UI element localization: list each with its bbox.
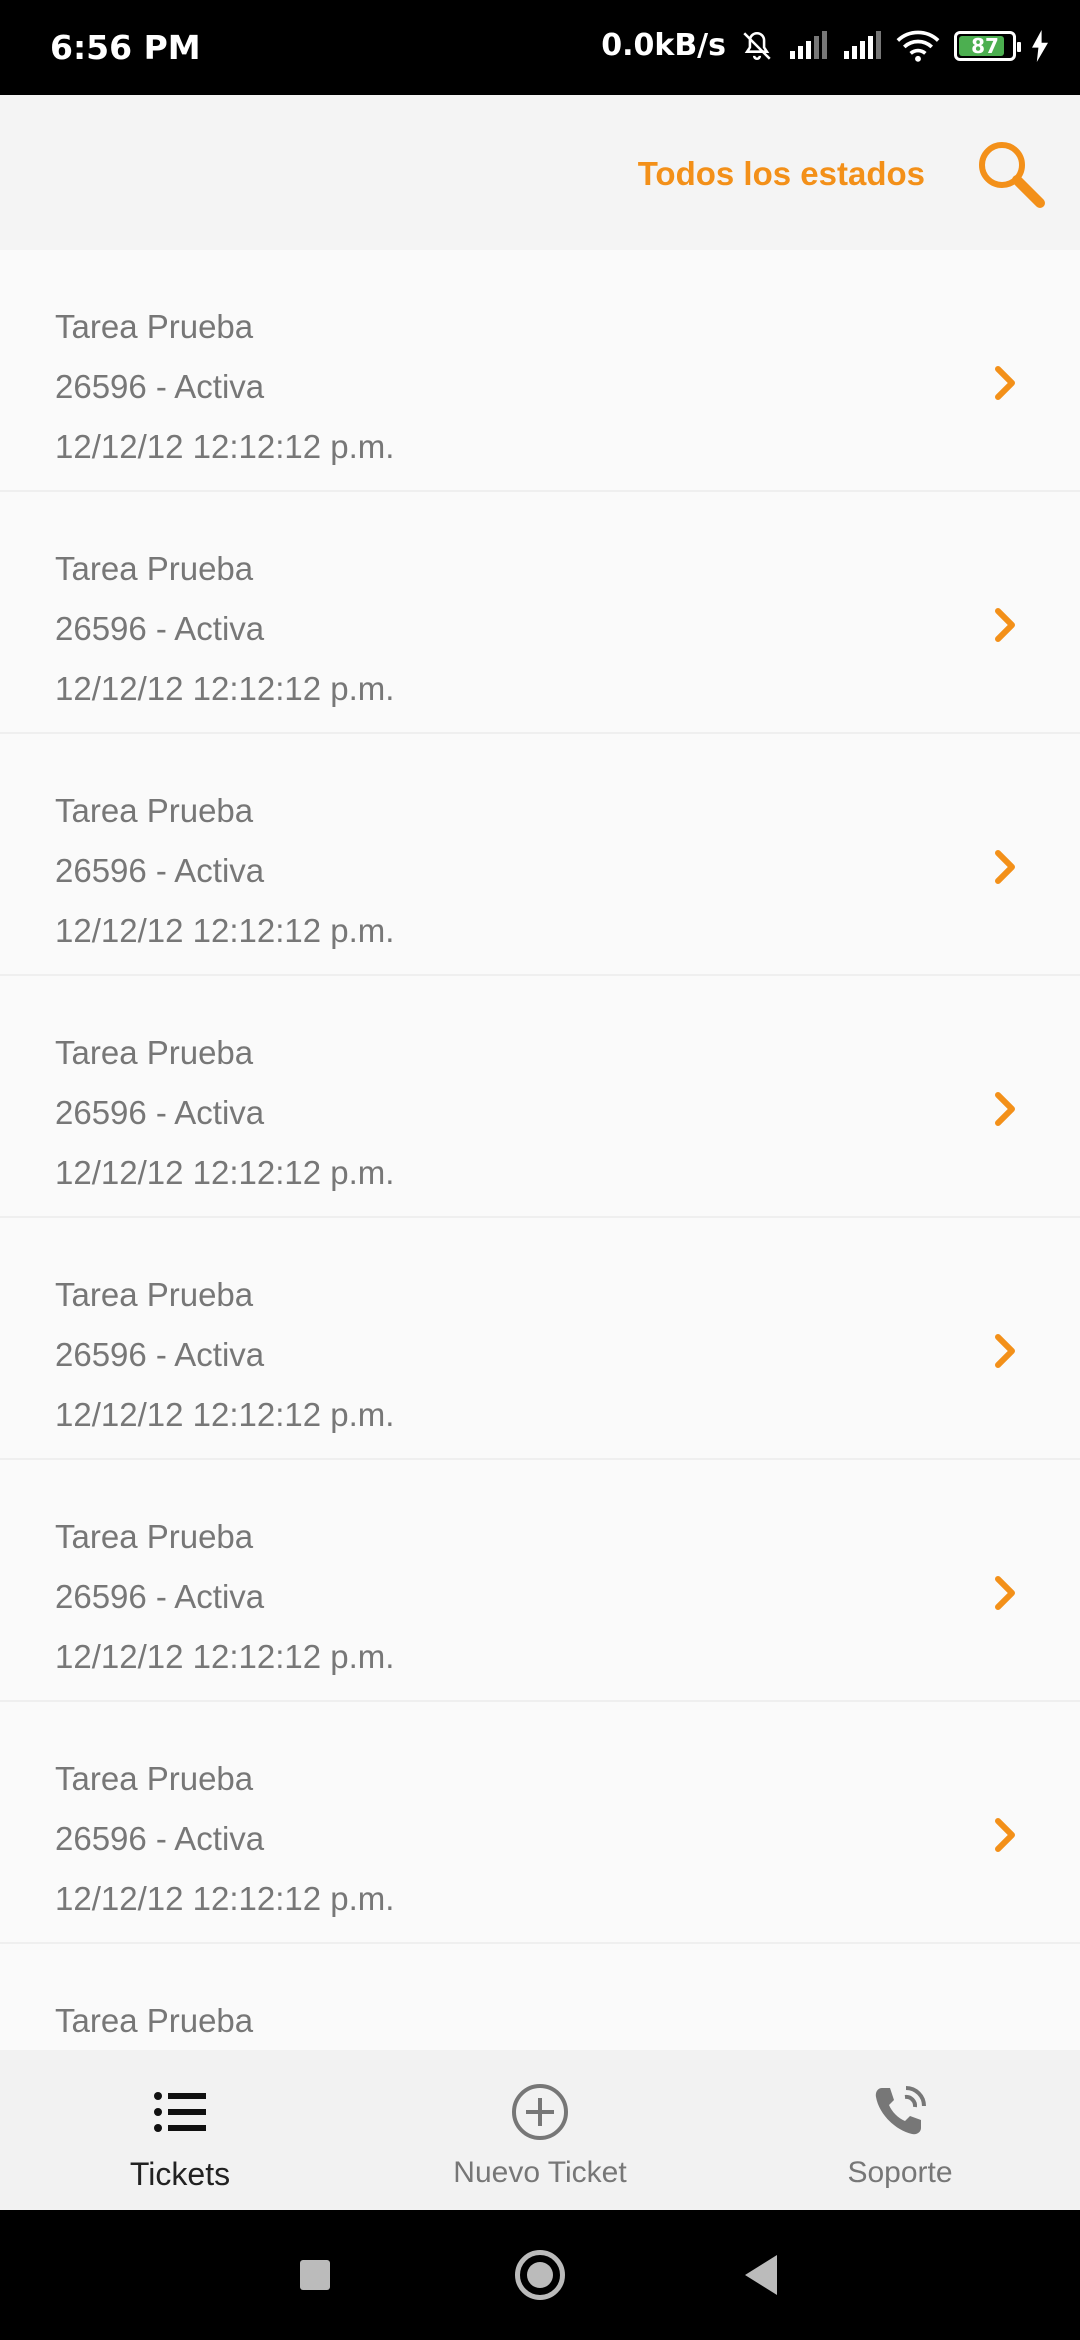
ticket-status: 26596 - Activa	[55, 1336, 265, 1373]
ticket-title: Tarea Prueba	[55, 1760, 254, 1797]
ticket-status: 26596 - Activa	[55, 610, 265, 647]
ticket-status: 26596 - Activa	[55, 852, 265, 889]
ticket-list-item[interactable]: Tarea Prueba 26596 - Activa 12/12/12 12:12…	[0, 734, 1080, 976]
ticket-list-item[interactable]: Tarea Prueba 26596 - Activa 12/12/12 12:12…	[0, 1218, 1080, 1460]
ticket-title: Tarea Prueba	[55, 308, 254, 345]
ticket-status: 26596 - Activa	[55, 1820, 265, 1857]
home-button[interactable]	[515, 2250, 565, 2300]
ticket-date: 12/12/12 12:12:12 p.m.	[55, 1154, 395, 1191]
back-button[interactable]	[745, 2255, 777, 2295]
ticket-title: Tarea Prueba	[55, 1276, 254, 1313]
ticket-date: 12/12/12 12:12:12 p.m.	[55, 428, 395, 465]
system-navigation-bar	[0, 2210, 1080, 2340]
chevron-right-icon	[995, 1092, 1015, 1126]
top-header: Todos los estados	[0, 95, 1080, 250]
chevron-right-icon	[995, 1576, 1015, 1610]
tab-new-ticket-label: Nuevo Ticket	[453, 2156, 627, 2189]
recent-apps-button[interactable]	[300, 2260, 330, 2290]
ticket-date: 12/12/12 12:12:12 p.m.	[55, 1880, 395, 1917]
add-circle-icon	[512, 2084, 568, 2140]
search-icon[interactable]	[970, 135, 1050, 215]
ticket-list-item[interactable]: Tarea Prueba 26596 - Activa 12/12/12 12:12…	[0, 1702, 1080, 1944]
charging-icon	[1032, 29, 1048, 62]
ticket-list-item[interactable]: Tarea Prueba 26596 - Activa 12/12/12 12:12…	[0, 250, 1080, 492]
ticket-date: 12/12/12 12:12:12 p.m.	[55, 670, 395, 707]
ticket-title: Tarea Prueba	[55, 2002, 254, 2039]
tab-support[interactable]: Soporte	[720, 2050, 1080, 2210]
tab-new-ticket[interactable]: Nuevo Ticket	[360, 2050, 720, 2210]
status-filter-button[interactable]: Todos los estados	[638, 155, 925, 193]
ticket-list-item[interactable]: Tarea Prueba 26596 - Activa 12/12/12 12:12…	[0, 1460, 1080, 1702]
ticket-status: 26596 - Activa	[55, 1578, 265, 1615]
bottom-navigation: Tickets Nuevo Ticket Soporte	[0, 2050, 1080, 2210]
ticket-title: Tarea Prueba	[55, 1034, 254, 1071]
ticket-title: Tarea Prueba	[55, 1518, 254, 1555]
phone-icon	[875, 2086, 926, 2135]
ticket-title: Tarea Prueba	[55, 550, 254, 587]
wifi-icon	[896, 30, 940, 62]
battery-icon: 87	[954, 30, 1021, 61]
ticket-date: 12/12/12 12:12:12 p.m.	[55, 1638, 395, 1675]
ticket-title: Tarea Prueba	[55, 792, 254, 829]
ticket-status: 26596 - Activa	[55, 1094, 265, 1131]
ticket-list-item[interactable]: Tarea Prueba 26596 - Activa 12/12/12 12:12…	[0, 492, 1080, 734]
tab-tickets[interactable]: Tickets	[0, 2050, 360, 2210]
ticket-date: 12/12/12 12:12:12 p.m.	[55, 912, 395, 949]
tab-tickets-label: Tickets	[129, 2156, 231, 2192]
tab-support-label: Soporte	[847, 2156, 953, 2189]
ticket-list[interactable]: Tarea Prueba 26596 - Activa 12/12/12 12:12…	[0, 250, 1080, 2050]
ticket-status: 26596 - Activa	[55, 368, 265, 405]
chevron-right-icon	[995, 1334, 1015, 1368]
ticket-date: 12/12/12 12:12:12 p.m.	[55, 1396, 395, 1433]
status-icons: 0.0kB/s 87	[601, 28, 1050, 63]
chevron-right-icon	[995, 1818, 1015, 1852]
signal-icon-1	[790, 30, 827, 59]
network-speed: 0.0kB/s	[601, 28, 726, 63]
chevron-right-icon	[995, 608, 1015, 642]
chevron-right-icon	[995, 850, 1015, 884]
chevron-right-icon	[995, 366, 1015, 400]
status-bar: 6:56 PM 0.0kB/s 87	[0, 0, 1080, 95]
battery-level: 87	[971, 33, 999, 58]
mute-bell-icon	[743, 31, 771, 60]
list-icon	[154, 2092, 206, 2132]
signal-icon-2	[844, 30, 881, 59]
ticket-list-item[interactable]: Tarea Prueba26596 - Activa12/12/12 12:12…	[0, 1944, 1080, 2050]
status-time: 6:56 PM	[50, 28, 201, 67]
ticket-list-item[interactable]: Tarea Prueba 26596 - Activa 12/12/12 12:12…	[0, 976, 1080, 1218]
